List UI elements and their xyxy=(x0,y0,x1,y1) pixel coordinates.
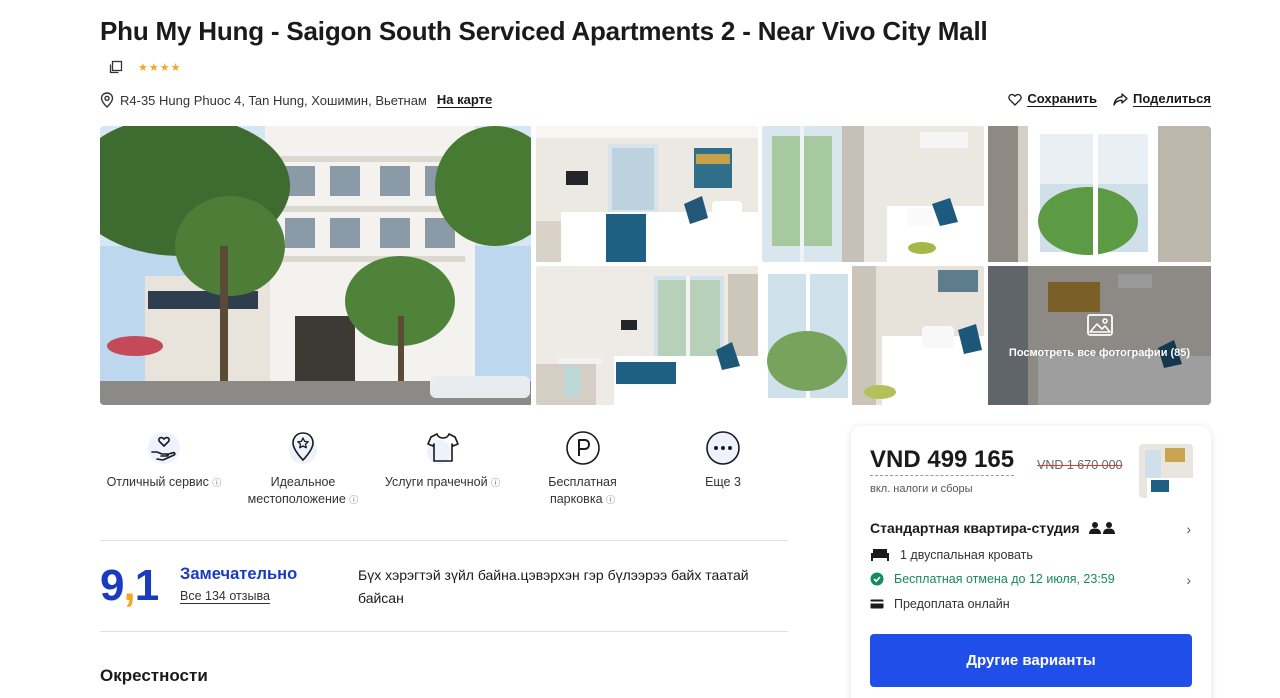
guests-icon xyxy=(1088,522,1115,534)
amenity-parking[interactable]: Бесплатная парковка ⓘ xyxy=(530,428,635,509)
amenity-more[interactable]: Еще 3 xyxy=(678,428,768,491)
current-price[interactable]: VND 499 165 xyxy=(870,446,1015,476)
room-thumbnail[interactable] xyxy=(1139,444,1193,498)
heart-hand-icon xyxy=(144,428,184,468)
tax-note: вкл. налоги и сборы xyxy=(870,483,973,495)
credit-card-icon xyxy=(870,599,884,609)
chevron-right-icon[interactable]: › xyxy=(1186,521,1191,537)
star-rating: ★★★★ xyxy=(138,61,182,74)
booking-card: VND 499 165 VND 1 670 000 вкл. налоги и … xyxy=(851,426,1211,698)
amenity-laundry[interactable]: Услуги прачечной ⓘ xyxy=(380,428,505,492)
gallery-photo-bedroom-2[interactable] xyxy=(762,126,984,262)
bed-label: 1 двуспальная кровать xyxy=(900,548,1033,562)
location-pin-icon xyxy=(100,92,114,108)
view-all-photos-tile[interactable]: Посмотреть все фотографии (85) xyxy=(988,266,1211,405)
photo-gallery: Посмотреть все фотографии (85) xyxy=(100,126,1211,405)
gallery-photo-studio[interactable] xyxy=(536,266,758,405)
tshirt-icon xyxy=(423,428,463,468)
amenities-list: Отличный сервис ⓘ Идеальное местоположен… xyxy=(100,428,790,513)
copy-icon[interactable] xyxy=(108,59,124,75)
cancellation-label: Бесплатная отмена до 12 июля, 23:59 xyxy=(894,572,1115,586)
save-button[interactable]: Сохранить xyxy=(1008,91,1097,107)
check-circle-icon xyxy=(870,572,884,586)
view-all-photos-label: Посмотреть все фотографии (85) xyxy=(1008,346,1191,359)
more-icon xyxy=(703,428,743,468)
rating-score: 9,1 xyxy=(100,561,159,610)
amenity-more-label: Еще 3 xyxy=(705,475,741,489)
divider xyxy=(100,631,788,632)
header-actions: Сохранить Поделиться xyxy=(1008,91,1211,107)
room-name-label: Стандартная квартира-студия xyxy=(870,520,1080,536)
gallery-photo-bedroom-1[interactable] xyxy=(536,126,758,262)
old-price: VND 1 670 000 xyxy=(1037,458,1123,472)
amenity-location[interactable]: Идеальное местоположение ⓘ xyxy=(238,428,368,509)
gallery-photo-main[interactable] xyxy=(100,126,531,405)
free-cancellation[interactable]: Бесплатная отмена до 12 июля, 23:59 xyxy=(870,572,1115,586)
info-icon[interactable]: ⓘ xyxy=(491,478,500,488)
address-text: R4-35 Hung Phuoc 4, Tan Hung, Хошимин, В… xyxy=(120,92,427,108)
hotel-meta: ★★★★ xyxy=(108,59,181,75)
prepay-label: Предоплата онлайн xyxy=(894,597,1010,611)
page-title: Phu My Hung - Saigon South Serviced Apar… xyxy=(100,16,988,46)
amenity-location-label: Идеальное местоположение xyxy=(247,475,346,506)
heart-icon xyxy=(1008,93,1023,106)
bed-icon xyxy=(871,549,889,561)
image-gallery-icon xyxy=(1086,313,1113,336)
info-icon[interactable]: ⓘ xyxy=(349,495,358,505)
amenity-laundry-label: Услуги прачечной xyxy=(384,475,488,489)
gallery-photo-window[interactable] xyxy=(988,126,1211,262)
amenity-service-label: Отличный сервис xyxy=(106,475,209,489)
map-link[interactable]: На карте xyxy=(436,92,493,108)
rating-label: Замечательно xyxy=(180,565,298,583)
surroundings-heading: Окрестности xyxy=(100,666,208,685)
chevron-right-icon[interactable]: › xyxy=(1186,572,1191,588)
share-button[interactable]: Поделиться xyxy=(1113,91,1211,107)
address-row: R4-35 Hung Phuoc 4, Tan Hung, Хошимин, В… xyxy=(100,92,493,108)
view-all-overlay: Посмотреть все фотографии (85) xyxy=(988,266,1211,405)
all-reviews-link[interactable]: Все 134 отзыва xyxy=(180,589,270,604)
review-snippet: Бүх хэрэгтэй зүйл байна.цэвэрхэн гэр бүл… xyxy=(358,567,749,606)
share-icon xyxy=(1113,92,1128,106)
amenity-service[interactable]: Отличный сервис ⓘ xyxy=(104,428,224,492)
room-name[interactable]: Стандартная квартира-студия xyxy=(870,520,1116,536)
bed-info: 1 двуспальная кровать xyxy=(870,548,1033,562)
share-label: Поделиться xyxy=(1132,91,1211,107)
info-icon[interactable]: ⓘ xyxy=(212,478,221,488)
location-star-icon xyxy=(283,428,323,468)
save-label: Сохранить xyxy=(1027,91,1097,107)
divider xyxy=(100,540,788,541)
info-icon[interactable]: ⓘ xyxy=(606,495,615,505)
prepay-info: Предоплата онлайн xyxy=(870,597,1010,611)
other-options-button[interactable]: Другие варианты xyxy=(870,634,1192,687)
gallery-photo-bedroom-3[interactable] xyxy=(762,266,984,405)
parking-icon xyxy=(563,428,603,468)
